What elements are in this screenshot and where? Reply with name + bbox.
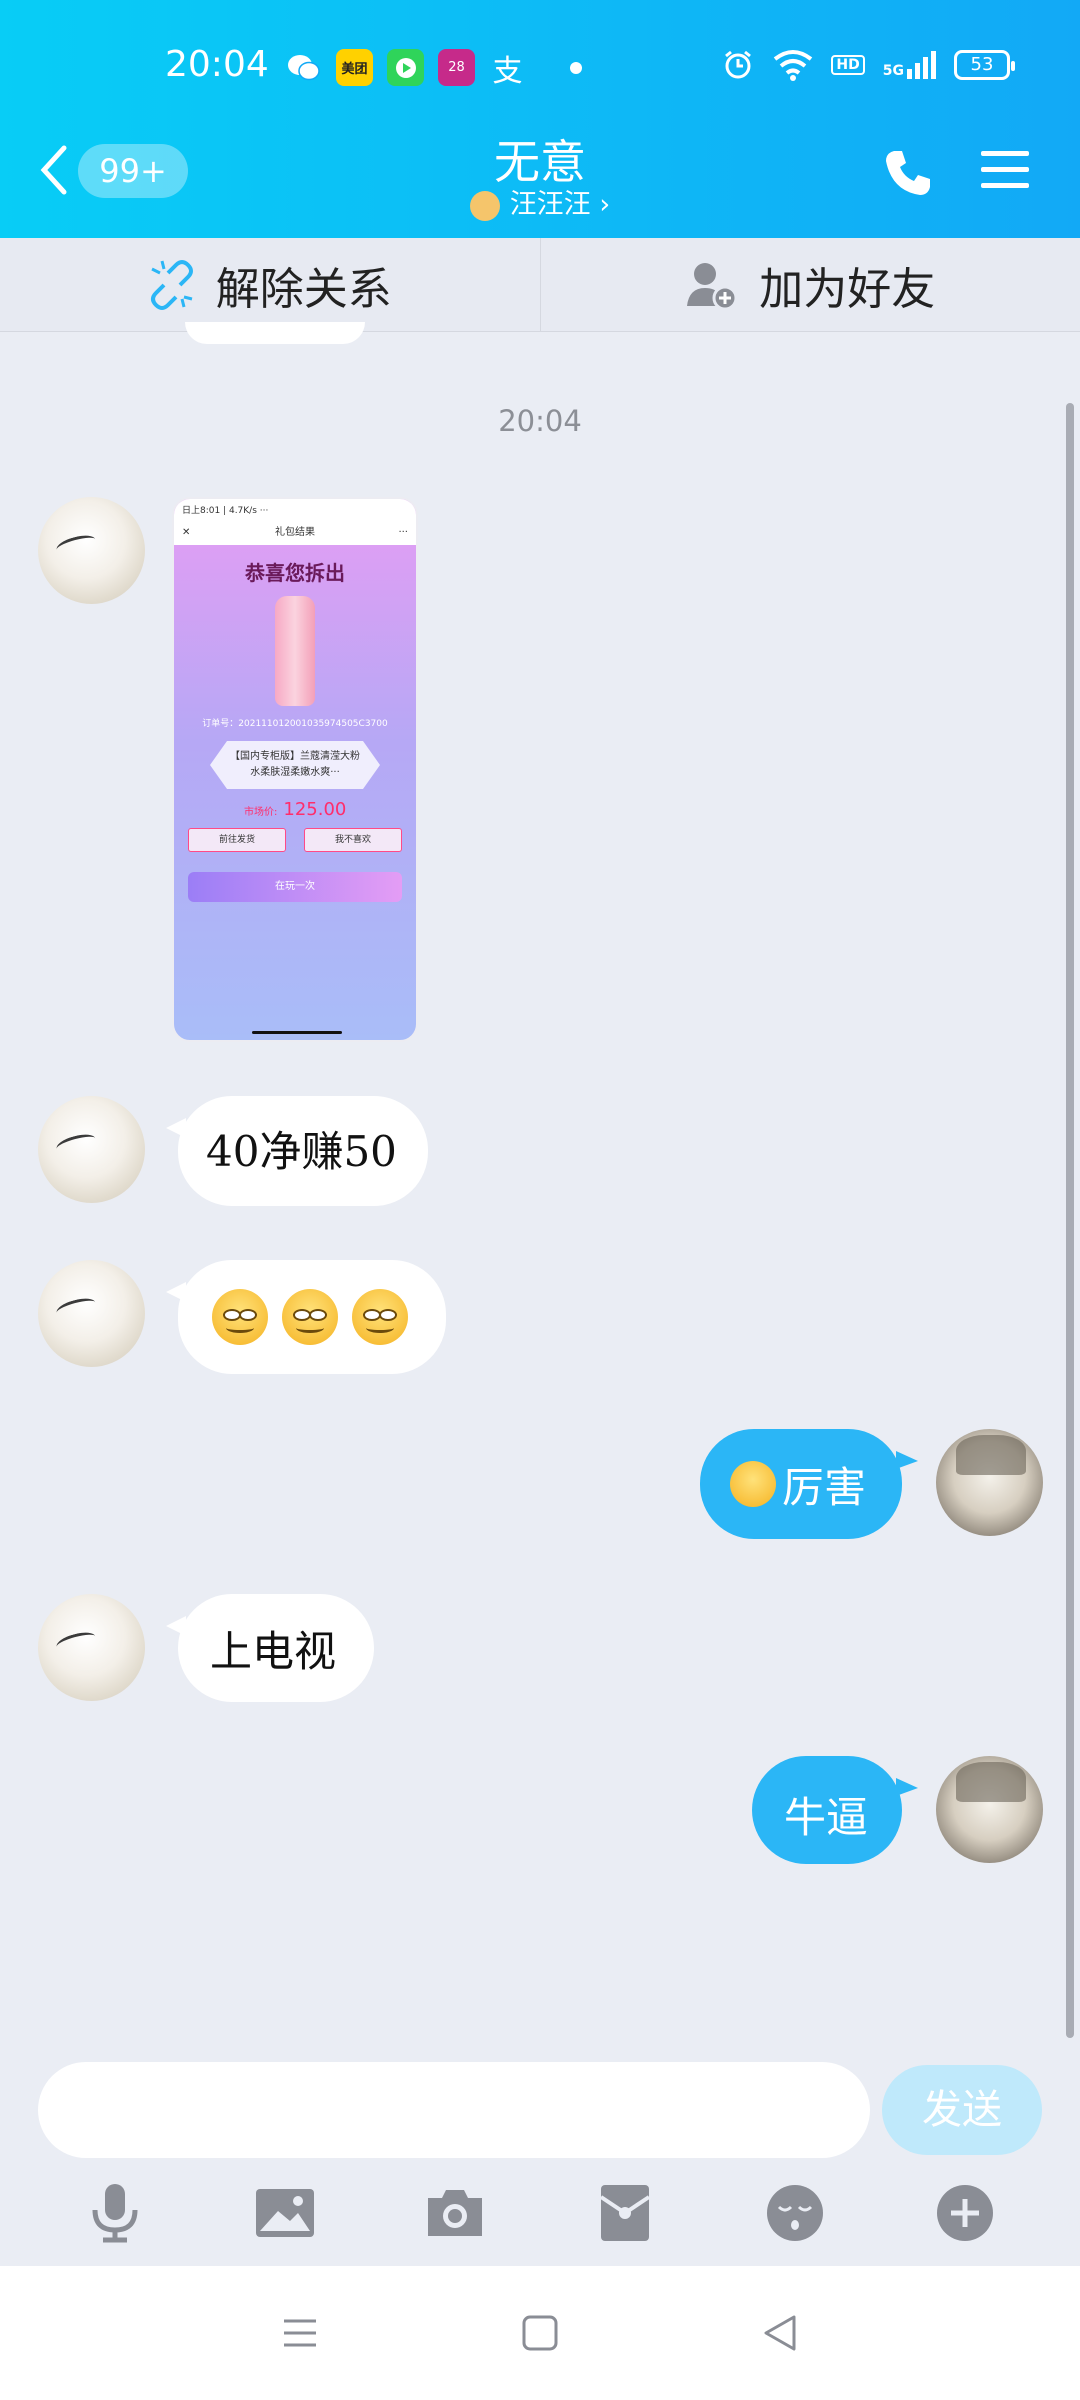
hd-indicator: HD xyxy=(831,55,865,75)
chat-scrollbar[interactable] xyxy=(1066,403,1074,2038)
add-friend-label: 加为好友 xyxy=(759,263,936,315)
contact-avatar[interactable] xyxy=(38,1594,145,1701)
menu-icon[interactable] xyxy=(978,145,1032,195)
my-avatar[interactable] xyxy=(936,1756,1043,1863)
contact-avatar[interactable] xyxy=(38,1260,145,1367)
system-nav-bar xyxy=(0,2266,1080,2400)
message-timestamp: 20:04 xyxy=(498,404,582,438)
contact-avatar[interactable] xyxy=(38,497,145,604)
add-friend-button[interactable]: 加为好友 xyxy=(539,238,1080,331)
subtitle-text: 汪汪汪 › xyxy=(509,189,611,220)
relation-actions: 解除关系 加为好友 xyxy=(0,238,1080,332)
message-bubble-incoming[interactable]: 40净赚50 xyxy=(166,1096,428,1206)
shared-screenshot-image[interactable]: 日上8:01 | 4.7K/s ··· ✕ 礼包结果 ··· 恭喜您拆出 订单号：2… xyxy=(172,497,418,1042)
close-icon: ✕ xyxy=(182,527,191,538)
smirk-emoji-icon xyxy=(282,1289,338,1345)
wifi-icon xyxy=(774,50,813,81)
unbind-relation-button[interactable]: 解除关系 xyxy=(0,238,540,331)
message-text: 牛逼 xyxy=(784,1793,869,1842)
screenshot-header: ✕ 礼包结果 ··· xyxy=(174,521,416,545)
more-notifications-dot xyxy=(570,61,582,74)
more-icon: ··· xyxy=(398,527,408,538)
smirk-emoji-icon xyxy=(212,1289,268,1345)
contact-avatar[interactable] xyxy=(38,1096,145,1203)
recent-apps-icon[interactable] xyxy=(280,2313,320,2353)
screenshot-status-bar: 日上8:01 | 4.7K/s ··· xyxy=(174,499,416,521)
smirk-emoji-icon xyxy=(352,1289,408,1345)
home-icon[interactable] xyxy=(520,2313,560,2353)
alipay-icon: 支 xyxy=(492,53,523,89)
my-avatar[interactable] xyxy=(936,1429,1043,1536)
shiba-icon xyxy=(469,190,500,221)
status-time: 20:04 xyxy=(165,44,269,85)
calendar-icon: 28 xyxy=(438,49,475,86)
add-person-icon xyxy=(687,262,738,310)
home-indicator xyxy=(252,1031,342,1034)
phone-call-icon[interactable] xyxy=(880,145,936,201)
screenshot-header-title: 礼包结果 xyxy=(275,527,315,538)
unbind-label: 解除关系 xyxy=(215,263,392,315)
message-input[interactable] xyxy=(38,2062,870,2158)
price-value: 125.00 xyxy=(283,799,347,820)
message-text: 上电视 xyxy=(210,1627,337,1676)
product-bottle-image xyxy=(275,596,315,706)
alarm-icon xyxy=(725,50,752,79)
message-bubble-incoming[interactable] xyxy=(166,1260,446,1374)
message-bubble-outgoing[interactable]: 牛逼 xyxy=(752,1756,918,1864)
chat-header: 20:04 美团 28 支 HD 5G 53 99+ 无意 汪汪汪 › xyxy=(0,0,1080,238)
market-price: 市场价: 125.00 xyxy=(174,799,416,820)
sticker-icon[interactable] xyxy=(760,2178,830,2248)
status-bar: 20:04 美团 28 支 HD 5G 53 xyxy=(0,0,1080,130)
message-bubble-incoming[interactable]: 上电视 xyxy=(166,1594,374,1702)
price-label: 市场价: xyxy=(244,807,278,818)
dislike-button: 我不喜欢 xyxy=(304,828,402,852)
thinking-emoji-icon xyxy=(730,1461,776,1507)
signal-icon: 5G xyxy=(883,51,936,79)
product-name: 【国内专柜版】兰蔻清滢大粉水柔肤湿柔嫩水爽··· xyxy=(210,741,380,789)
red-packet-icon[interactable] xyxy=(590,2178,660,2248)
wechat-icon xyxy=(285,49,322,86)
message-bubble-outgoing[interactable]: 厉害 xyxy=(700,1429,918,1539)
input-toolbar xyxy=(0,2168,1080,2258)
send-button[interactable]: 发送 xyxy=(882,2065,1042,2155)
broken-link-icon xyxy=(150,259,193,310)
notification-icons: 美团 28 支 xyxy=(285,49,582,89)
plus-icon[interactable] xyxy=(930,2178,1000,2248)
meituan-icon: 美团 xyxy=(336,49,373,86)
screenshot-title: 恭喜您拆出 xyxy=(245,561,345,585)
back-icon[interactable] xyxy=(760,2313,800,2353)
camera-icon[interactable] xyxy=(420,2178,490,2248)
screenshot-buttons: 前往发货 我不喜欢 xyxy=(174,820,416,852)
message-text: 厉害 xyxy=(782,1462,867,1512)
message-text: 40净赚50 xyxy=(206,1127,397,1176)
battery-indicator: 53 xyxy=(954,50,1015,80)
previous-message-fragment xyxy=(185,322,365,344)
microphone-icon[interactable] xyxy=(80,2178,150,2248)
image-icon[interactable] xyxy=(250,2178,320,2248)
ship-button: 前往发货 xyxy=(188,828,286,852)
play-again-button: 在玩一次 xyxy=(188,872,402,902)
order-number: 订单号：202111012001035974505C3700 xyxy=(202,719,388,729)
video-app-icon xyxy=(387,49,424,86)
status-indicators: HD 5G 53 xyxy=(721,48,1015,82)
